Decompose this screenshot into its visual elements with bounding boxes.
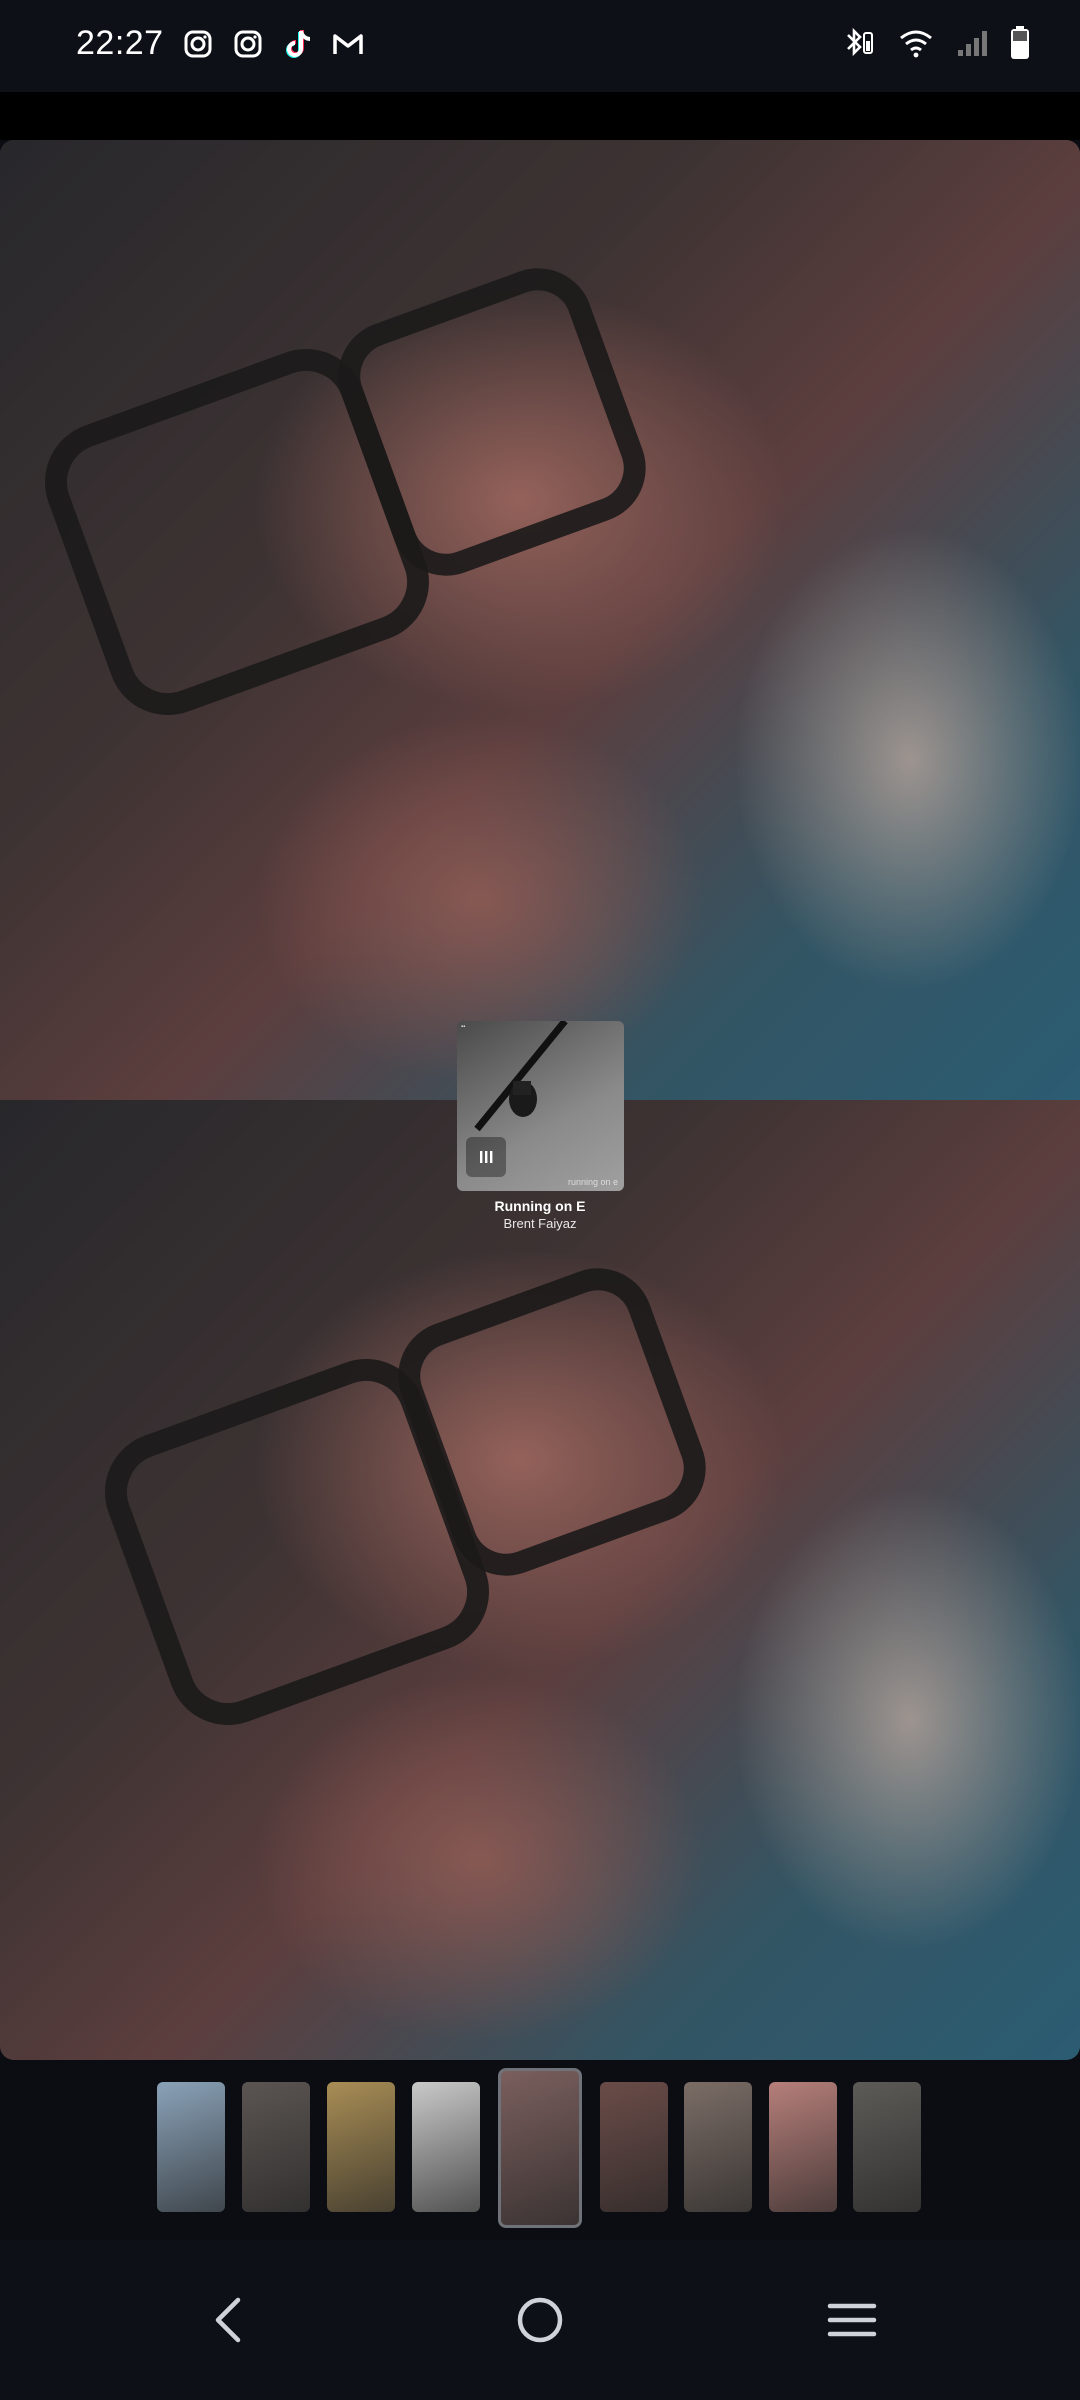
top-spacer xyxy=(0,92,1080,140)
story-thumbnail[interactable] xyxy=(769,2082,837,2212)
system-icons xyxy=(842,26,1030,65)
story-thumbnail[interactable] xyxy=(412,2082,480,2212)
battery-icon xyxy=(1010,26,1030,65)
cell-signal-icon xyxy=(956,28,988,63)
song-title: Running on E xyxy=(494,1198,586,1214)
cover-caption: running on e xyxy=(567,1177,618,1187)
story-thumbnail[interactable] xyxy=(600,2082,668,2212)
story-thumbnail[interactable] xyxy=(242,2082,310,2212)
bluetooth-icon xyxy=(842,27,876,64)
music-sticker[interactable]: ▪▪ running on e xyxy=(457,1021,624,1191)
instagram-icon xyxy=(232,28,264,60)
story-thumbnail[interactable] xyxy=(157,2082,225,2212)
notification-icons xyxy=(182,28,364,60)
song-artist: Brent Faiyaz xyxy=(503,1216,577,1231)
back-icon[interactable] xyxy=(188,2280,268,2360)
home-icon[interactable] xyxy=(500,2280,580,2360)
pause-icon[interactable] xyxy=(466,1137,506,1177)
cover-top-text: ▪▪ xyxy=(461,1024,466,1030)
thumbnail-strip xyxy=(0,2060,1080,2240)
story-thumbnail[interactable] xyxy=(327,2082,395,2212)
navigation-bar xyxy=(0,2240,1080,2400)
status-time: 22:27 xyxy=(76,24,164,62)
status-bar: 22:27 xyxy=(0,0,1080,92)
story-thumbnail[interactable] xyxy=(498,2068,582,2228)
photo-top xyxy=(0,140,1080,1100)
photo-bottom xyxy=(0,1100,1080,2060)
wifi-icon xyxy=(898,28,934,63)
story-thumbnail[interactable] xyxy=(684,2082,752,2212)
tiktok-icon xyxy=(282,28,314,60)
recent-apps-icon[interactable] xyxy=(812,2280,892,2360)
instagram-icon xyxy=(182,28,214,60)
gmail-icon xyxy=(332,28,364,60)
story-thumbnail[interactable] xyxy=(853,2082,921,2212)
